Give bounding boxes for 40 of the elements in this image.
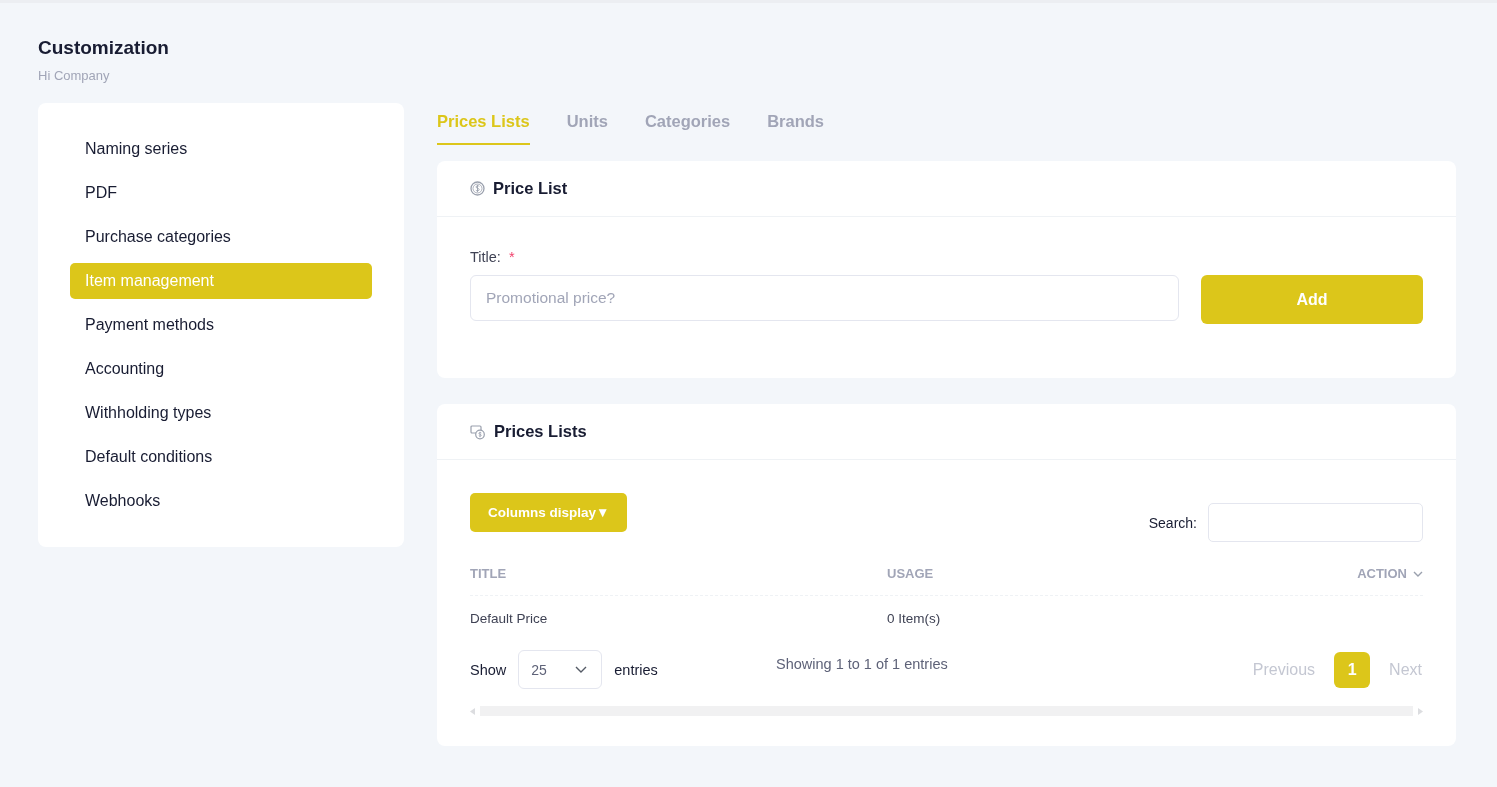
sidebar-item[interactable]: Item management: [70, 263, 372, 299]
page-title: Customization: [38, 37, 170, 59]
sidebar-item[interactable]: PDF: [70, 175, 372, 211]
sidebar-item[interactable]: Default conditions: [70, 439, 372, 475]
scroll-left-icon: [470, 707, 475, 715]
column-header[interactable]: TITLE: [470, 566, 507, 581]
show-label: Show: [470, 661, 507, 678]
search-label: Search:: [1148, 514, 1197, 531]
price-tags-icon: [470, 423, 486, 440]
search-field[interactable]: [1208, 503, 1423, 542]
entries-label: entries: [614, 661, 658, 678]
column-header[interactable]: ACTION: [1357, 566, 1407, 581]
add-button[interactable]: Add: [1201, 275, 1423, 324]
sidebar-item[interactable]: Payment methods: [70, 307, 372, 343]
company-name: Hi Company: [38, 68, 111, 83]
sidebar-item[interactable]: Webhooks: [70, 483, 372, 519]
chevron-down-icon: [1413, 570, 1423, 577]
scroll-right-icon: [1418, 707, 1423, 715]
page-size-select[interactable]: 25: [518, 650, 603, 689]
tab[interactable]: Brands: [767, 103, 825, 143]
table-cell: 0 Item(s): [887, 610, 941, 626]
field-label: Title:: [470, 249, 501, 265]
entries-info: Showing 1 to 1 of 1 entries: [776, 656, 949, 672]
tab[interactable]: Prices Lists: [437, 103, 530, 145]
column-header[interactable]: USAGE: [887, 566, 934, 581]
table-cell: Default Price: [470, 610, 548, 626]
tab[interactable]: Units: [566, 103, 608, 143]
card-title: Prices Lists: [494, 422, 587, 441]
sidebar-item[interactable]: Purchase categories: [70, 219, 372, 255]
sidebar-item[interactable]: Naming series: [70, 131, 372, 167]
required-mark: *: [508, 249, 515, 265]
card-title: Price List: [493, 179, 568, 198]
sidebar-item[interactable]: Withholding types: [70, 395, 372, 431]
title-input-field[interactable]: Promotional price?: [470, 275, 1179, 321]
columns-display-button[interactable]: Columns display▼: [470, 493, 628, 532]
page-button[interactable]: 1: [1334, 651, 1371, 688]
dollar-coin-icon: [470, 181, 485, 196]
chevron-down-icon: [575, 666, 588, 673]
tab[interactable]: Categories: [644, 103, 731, 143]
sidebar-item[interactable]: Accounting: [70, 351, 372, 387]
